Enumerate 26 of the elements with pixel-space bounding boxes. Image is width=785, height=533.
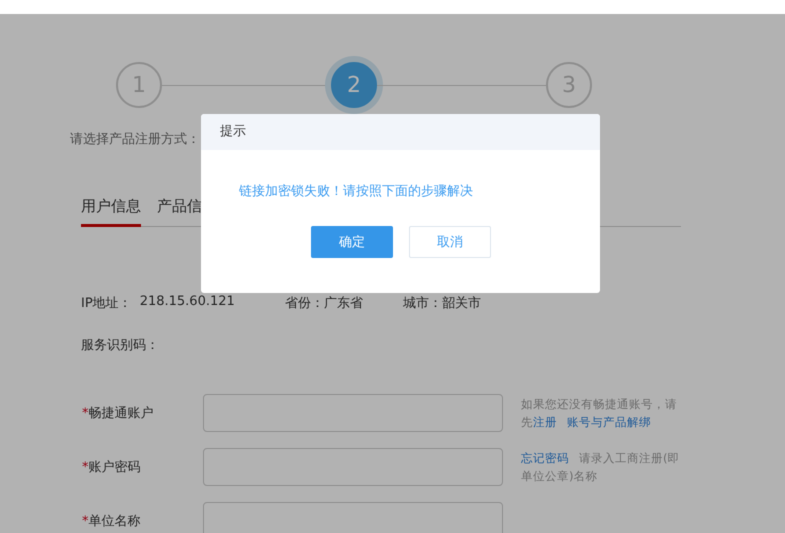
input-field[interactable] — [203, 448, 503, 486]
help-text: 忘记密码 请录入工商注册(即单位公章)名称 — [521, 450, 680, 485]
prompt-label: 请选择产品注册方式： — [70, 131, 200, 148]
service-code-label: 服务识别码： — [81, 337, 160, 354]
input-field[interactable] — [203, 394, 503, 432]
dialog-message: 链接加密锁失败！请按照下面的步骤解决 — [239, 183, 474, 200]
field-label: 畅捷通账户 — [88, 406, 154, 421]
field-label: 账户密码 — [88, 460, 140, 475]
ip-label: IP地址： — [81, 295, 132, 312]
cancel-button[interactable]: 取消 — [409, 226, 491, 258]
tab[interactable]: 用户信息 — [81, 197, 141, 227]
required-mark: * — [82, 406, 88, 421]
link[interactable]: 注册 — [533, 415, 557, 429]
field-label: 单位名称 — [88, 514, 140, 529]
help-text: 如果您还没有畅捷通账号，请先注册 账号与产品解绑 — [521, 396, 678, 431]
link[interactable]: 忘记密码 — [521, 451, 569, 465]
confirm-button[interactable]: 确定 — [311, 226, 393, 258]
tab[interactable]: 产品信 — [157, 197, 202, 227]
ip-address: 218.15.60.121 — [140, 294, 235, 311]
input-field[interactable] — [203, 502, 503, 533]
province-label: 省份：广东省 — [284, 295, 363, 312]
required-mark: * — [82, 460, 88, 475]
link[interactable]: 账号与产品解绑 — [567, 415, 651, 429]
required-mark: * — [82, 514, 88, 529]
city-label: 城市：韶关市 — [402, 295, 481, 312]
dialog-title: 提示 — [201, 114, 600, 150]
